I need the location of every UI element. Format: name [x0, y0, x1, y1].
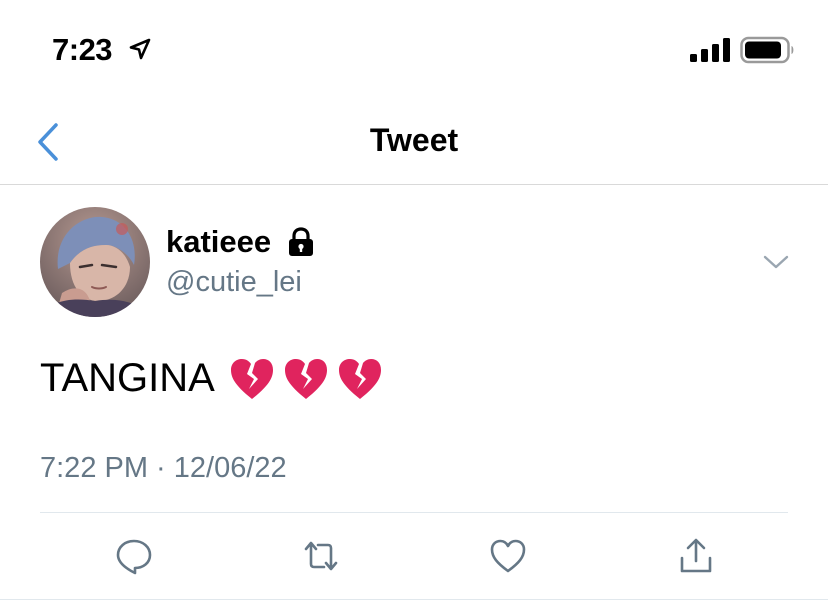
- battery-icon: [740, 36, 794, 64]
- display-name[interactable]: katieee: [166, 224, 271, 260]
- broken-heart-icon: [284, 358, 327, 399]
- user-handle[interactable]: @cutie_lei: [166, 266, 302, 299]
- lock-icon: [289, 227, 313, 256]
- page-title: Tweet: [369, 122, 459, 158]
- tweet-timestamp: 7:22 PM · 12/06/22: [40, 452, 287, 484]
- divider: [40, 512, 788, 513]
- status-bar: 7:23: [0, 0, 828, 100]
- divider: [0, 599, 828, 600]
- chevron-down-icon[interactable]: [762, 252, 790, 272]
- status-time: 7:23: [52, 32, 113, 67]
- broken-heart-icon: [338, 358, 381, 399]
- avatar[interactable]: [40, 207, 150, 317]
- location-arrow-icon: [129, 38, 151, 60]
- share-icon[interactable]: [677, 537, 715, 575]
- broken-heart-icon: [230, 358, 273, 399]
- cellular-signal-icon: [690, 38, 730, 62]
- tweet-body: TANGINA: [40, 356, 215, 400]
- retweet-icon[interactable]: [302, 537, 340, 575]
- heart-icon[interactable]: [489, 537, 527, 575]
- nav-bar: Tweet: [0, 100, 828, 185]
- reply-icon[interactable]: [115, 537, 153, 575]
- tweet-text: TANGINA: [40, 356, 391, 401]
